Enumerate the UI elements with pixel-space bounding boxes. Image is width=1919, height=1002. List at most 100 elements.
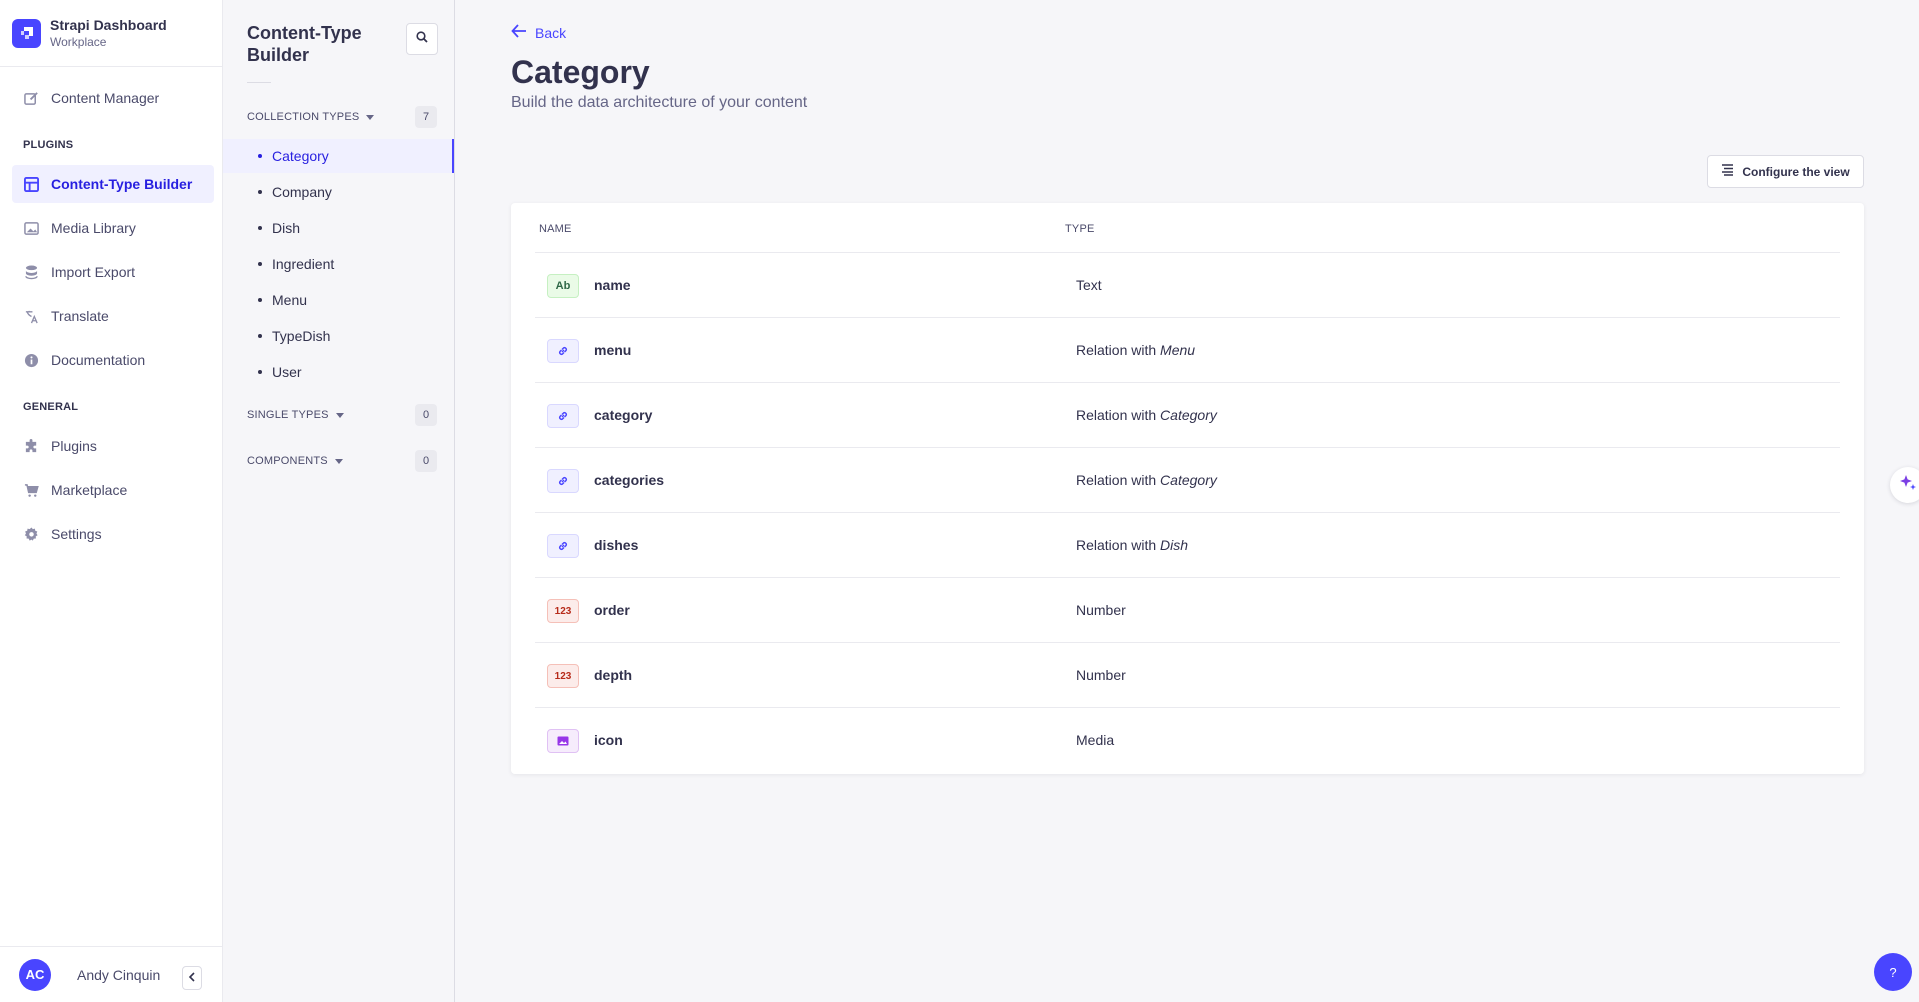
collection-type-label: Ingredient: [272, 256, 335, 272]
relation-field-icon: [547, 404, 579, 428]
collection-type-label: User: [272, 364, 302, 380]
avatar[interactable]: AC: [19, 958, 51, 991]
nav-label: Plugins: [51, 438, 97, 454]
nav-label: Import Export: [51, 264, 136, 280]
field-name: category: [594, 407, 653, 423]
nav-marketplace[interactable]: Marketplace: [12, 471, 214, 509]
collection-type-typedish[interactable]: TypeDish: [223, 319, 454, 353]
general-section-label: GENERAL: [23, 401, 79, 413]
help-button[interactable]: ?: [1874, 953, 1912, 991]
bullet-icon: [258, 190, 262, 194]
gear-icon: [23, 526, 39, 542]
cart-icon: [23, 482, 39, 498]
count-badge: 7: [415, 106, 437, 128]
nav-import-export[interactable]: Import Export: [12, 253, 214, 291]
relation-field-icon: [547, 469, 579, 493]
column-header-type: TYPE: [1065, 223, 1095, 235]
field-name: categories: [594, 472, 665, 488]
sparkle-icon: [1898, 473, 1918, 498]
list-settings-icon: [1721, 164, 1742, 179]
collection-type-label: Category: [272, 148, 329, 164]
relation-target: Category: [1160, 407, 1217, 423]
single-types-toggle[interactable]: SINGLE TYPES 0: [247, 403, 437, 427]
nav-label: Documentation: [51, 352, 146, 368]
nav-content-type-builder[interactable]: Content-Type Builder: [12, 165, 214, 203]
table-row[interactable]: category Relation with Category: [535, 383, 1840, 448]
field-name: menu: [594, 342, 632, 358]
number-field-icon: 123: [547, 664, 579, 688]
collection-type-category[interactable]: Category: [223, 139, 454, 173]
puzzle-icon: [23, 438, 39, 454]
collection-types-toggle[interactable]: COLLECTION TYPES 7: [247, 105, 437, 129]
relation-target: Category: [1160, 472, 1217, 488]
count-badge: 0: [415, 450, 437, 472]
field-type: Number: [1076, 602, 1126, 618]
field-name: depth: [594, 667, 633, 683]
ai-assistant-button[interactable]: [1890, 467, 1919, 503]
caret-down-icon: [335, 412, 344, 418]
subnav-title: Content-Type Builder: [247, 23, 362, 65]
table-row[interactable]: 123 order Number: [535, 578, 1840, 643]
nav-label: Settings: [51, 526, 102, 542]
brand-subtitle: Workplace: [50, 35, 107, 49]
nav-content-manager[interactable]: Content Manager: [12, 79, 214, 117]
field-type: Relation with Dish: [1076, 537, 1189, 553]
collection-type-label: TypeDish: [272, 328, 331, 344]
brand-title: Strapi Dashboard: [50, 17, 167, 33]
info-icon: [23, 352, 39, 368]
field-type: Relation with Category: [1076, 472, 1217, 488]
database-icon: [23, 264, 39, 280]
nav-translate[interactable]: Translate: [12, 297, 214, 335]
caret-down-icon: [334, 458, 343, 464]
nav-media-library[interactable]: Media Library: [12, 209, 214, 247]
number-field-icon: 123: [547, 599, 579, 623]
bullet-icon: [258, 262, 262, 266]
translate-icon: [23, 308, 39, 324]
nav-plugins[interactable]: Plugins: [12, 427, 214, 465]
field-name: order: [594, 602, 630, 618]
configure-label: Configure the view: [1742, 164, 1850, 179]
arrow-left-icon: [511, 24, 535, 41]
field-type: Relation with Category: [1076, 407, 1217, 423]
relation-target: Dish: [1160, 537, 1189, 553]
chevron-left-icon: [188, 969, 196, 987]
nav-documentation[interactable]: Documentation: [12, 341, 214, 379]
table-row[interactable]: 123 depth Number: [535, 643, 1840, 708]
nav-label: Media Library: [51, 220, 136, 236]
count-badge: 0: [415, 404, 437, 426]
back-link[interactable]: Back: [511, 24, 566, 41]
nav-label: Translate: [51, 308, 109, 324]
field-name: name: [594, 277, 631, 293]
main-navigation: Strapi Dashboard Workplace Content Manag…: [0, 0, 223, 1002]
table-row[interactable]: icon Media: [535, 708, 1840, 773]
collection-type-user[interactable]: User: [223, 355, 454, 389]
collection-type-dish[interactable]: Dish: [223, 211, 454, 245]
table-header: NAME TYPE: [535, 203, 1840, 253]
collection-type-menu[interactable]: Menu: [223, 283, 454, 317]
user-name[interactable]: Andy Cinquin: [77, 967, 160, 983]
brand[interactable]: Strapi Dashboard Workplace: [0, 0, 222, 67]
relation-field-icon: [547, 339, 579, 363]
user-bar: AC Andy Cinquin: [0, 946, 222, 1002]
caret-down-icon: [366, 114, 375, 120]
table-row[interactable]: categories Relation with Category: [535, 448, 1840, 513]
table-row[interactable]: menu Relation with Menu: [535, 318, 1840, 383]
nav-settings[interactable]: Settings: [12, 515, 214, 553]
nav-label: Content-Type Builder: [51, 176, 193, 192]
table-row[interactable]: Ab name Text: [535, 253, 1840, 318]
bullet-icon: [258, 298, 262, 302]
search-button[interactable]: [406, 23, 438, 55]
image-icon: [23, 220, 39, 236]
field-type: Text: [1076, 277, 1102, 293]
field-name: icon: [594, 732, 623, 748]
configure-view-button[interactable]: Configure the view: [1707, 155, 1864, 188]
text-field-icon: Ab: [547, 274, 579, 298]
components-toggle[interactable]: COMPONENTS 0: [247, 449, 437, 473]
table-row[interactable]: dishes Relation with Dish: [535, 513, 1840, 578]
relation-target: Menu: [1160, 342, 1196, 358]
collection-type-ingredient[interactable]: Ingredient: [223, 247, 454, 281]
divider: [247, 82, 271, 83]
fields-table: NAME TYPE Ab name Text menu Relation wit…: [511, 203, 1864, 774]
collection-type-company[interactable]: Company: [223, 175, 454, 209]
collapse-nav-button[interactable]: [182, 966, 202, 990]
